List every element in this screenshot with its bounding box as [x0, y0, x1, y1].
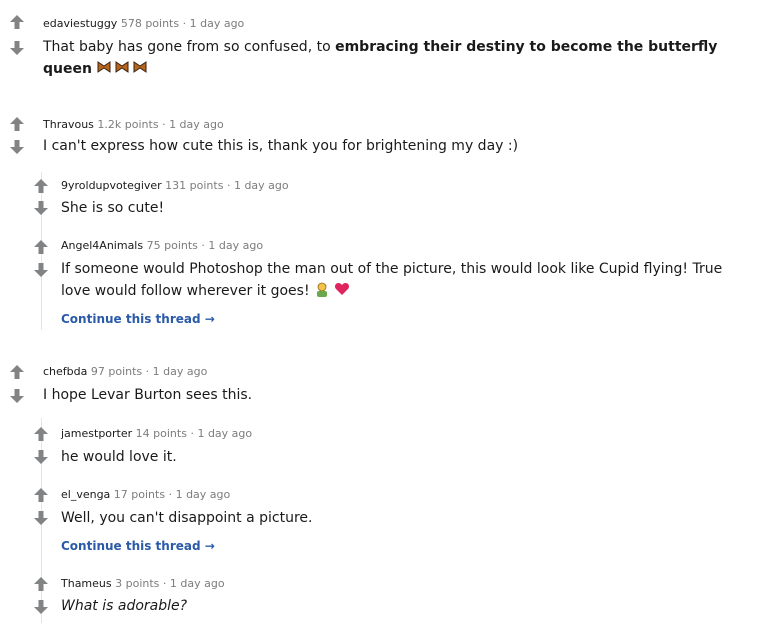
comment-meta: edaviestuggy 578 points · 1 day ago: [43, 17, 244, 31]
downvote-icon[interactable]: [33, 510, 49, 526]
downvote-icon[interactable]: [9, 139, 25, 155]
continue-thread-link[interactable]: Continue this thread →: [61, 312, 215, 326]
comment-points: 75 points: [146, 239, 198, 252]
comment-age: 1 day ago: [175, 488, 231, 501]
comment-body: he would love it.: [61, 449, 177, 465]
comment-author[interactable]: Thameus: [61, 577, 112, 590]
arrow-right-icon: →: [204, 539, 215, 553]
upvote-icon[interactable]: [33, 426, 49, 442]
continue-thread-link[interactable]: Continue this thread →: [61, 539, 215, 553]
downvote-icon[interactable]: [33, 200, 49, 216]
comment-points: 578 points: [120, 17, 180, 30]
butterfly-emoji-icon: [96, 59, 150, 82]
comment-age: 1 day ago: [208, 239, 264, 252]
comment-points: 17 points: [113, 488, 166, 501]
comment-body: If someone would Photoshop the man out o…: [61, 258, 751, 304]
comment-meta: Angel4Animals 75 points · 1 day ago: [61, 239, 263, 253]
comment-author[interactable]: 9yroldupvotegiver: [61, 179, 162, 192]
meta-separator: ·: [162, 118, 166, 131]
comment-age: 1 day ago: [197, 427, 253, 440]
comment-age: 1 day ago: [189, 17, 245, 30]
meta-separator: ·: [145, 365, 150, 378]
comment-text-italic: What is adorable?: [61, 598, 188, 614]
continue-thread-label: Continue this thread: [61, 312, 201, 326]
comment-age: 1 day ago: [233, 179, 289, 192]
comment-points: 1.2k points: [97, 118, 159, 131]
comment-age: 1 day ago: [152, 365, 208, 378]
meta-separator: ·: [162, 577, 167, 590]
comment-meta: jamestporter 14 points · 1 day ago: [61, 427, 252, 441]
upvote-icon[interactable]: [33, 487, 49, 503]
comment-author[interactable]: Thravous: [43, 118, 94, 131]
comment-text-line-2-wrap: love would follow wherever it goes!: [61, 280, 751, 304]
downvote-icon[interactable]: [33, 449, 49, 465]
comment-text: That baby has gone from so confused, to: [43, 39, 336, 55]
comment-meta: chefbda 97 points · 1 day ago: [43, 365, 207, 379]
comment-points: 14 points: [135, 427, 187, 440]
comment-meta: el_venga 17 points · 1 day ago: [61, 488, 230, 502]
comment-author[interactable]: chefbda: [43, 365, 87, 378]
comment-meta: Thravous 1.2k points · 1 day ago: [43, 118, 224, 132]
upvote-icon[interactable]: [9, 364, 25, 380]
comment-body: She is so cute!: [61, 200, 165, 216]
comment-meta: Thameus 3 points · 1 day ago: [61, 577, 225, 591]
meta-separator: ·: [190, 427, 194, 440]
upvote-icon[interactable]: [33, 178, 49, 194]
comment-body: I can't express how cute this is, thank …: [43, 138, 519, 154]
comment-body: What is adorable?: [61, 595, 741, 617]
upvote-icon[interactable]: [33, 576, 49, 592]
heart-emoji-icon: [334, 281, 350, 304]
comment-text-line: love would follow wherever it goes!: [61, 283, 310, 299]
meta-separator: ·: [226, 179, 231, 192]
comment-body: I hope Levar Burton sees this.: [43, 387, 253, 403]
arrow-right-icon: →: [204, 312, 215, 326]
upvote-icon[interactable]: [9, 116, 25, 132]
upvote-icon[interactable]: [9, 14, 25, 30]
comment-author[interactable]: edaviestuggy: [43, 17, 117, 30]
downvote-icon[interactable]: [33, 262, 49, 278]
comment-points: 131 points: [165, 179, 224, 192]
upvote-icon[interactable]: [33, 239, 49, 255]
meta-separator: ·: [168, 488, 173, 501]
downvote-icon[interactable]: [9, 388, 25, 404]
comment-author[interactable]: jamestporter: [61, 427, 132, 440]
person-emoji-icon: [314, 281, 330, 304]
continue-thread-label: Continue this thread: [61, 539, 201, 553]
comment-author[interactable]: el_venga: [61, 488, 110, 501]
comment-text-line: If someone would Photoshop the man out o…: [61, 261, 723, 277]
downvote-icon[interactable]: [33, 599, 49, 615]
meta-separator: ·: [201, 239, 205, 252]
comment-age: 1 day ago: [169, 118, 224, 131]
comment-meta: 9yroldupvotegiver 131 points · 1 day ago: [61, 179, 289, 193]
comment-age: 1 day ago: [169, 577, 225, 590]
comment-author[interactable]: Angel4Animals: [61, 239, 143, 252]
comment-points: 97 points: [90, 365, 143, 378]
comment-points: 3 points: [115, 577, 160, 590]
comment-body: Well, you can't disappoint a picture.: [61, 510, 313, 526]
comment-body: That baby has gone from so confused, to …: [43, 36, 733, 82]
downvote-icon[interactable]: [9, 40, 25, 56]
meta-separator: ·: [182, 17, 187, 30]
